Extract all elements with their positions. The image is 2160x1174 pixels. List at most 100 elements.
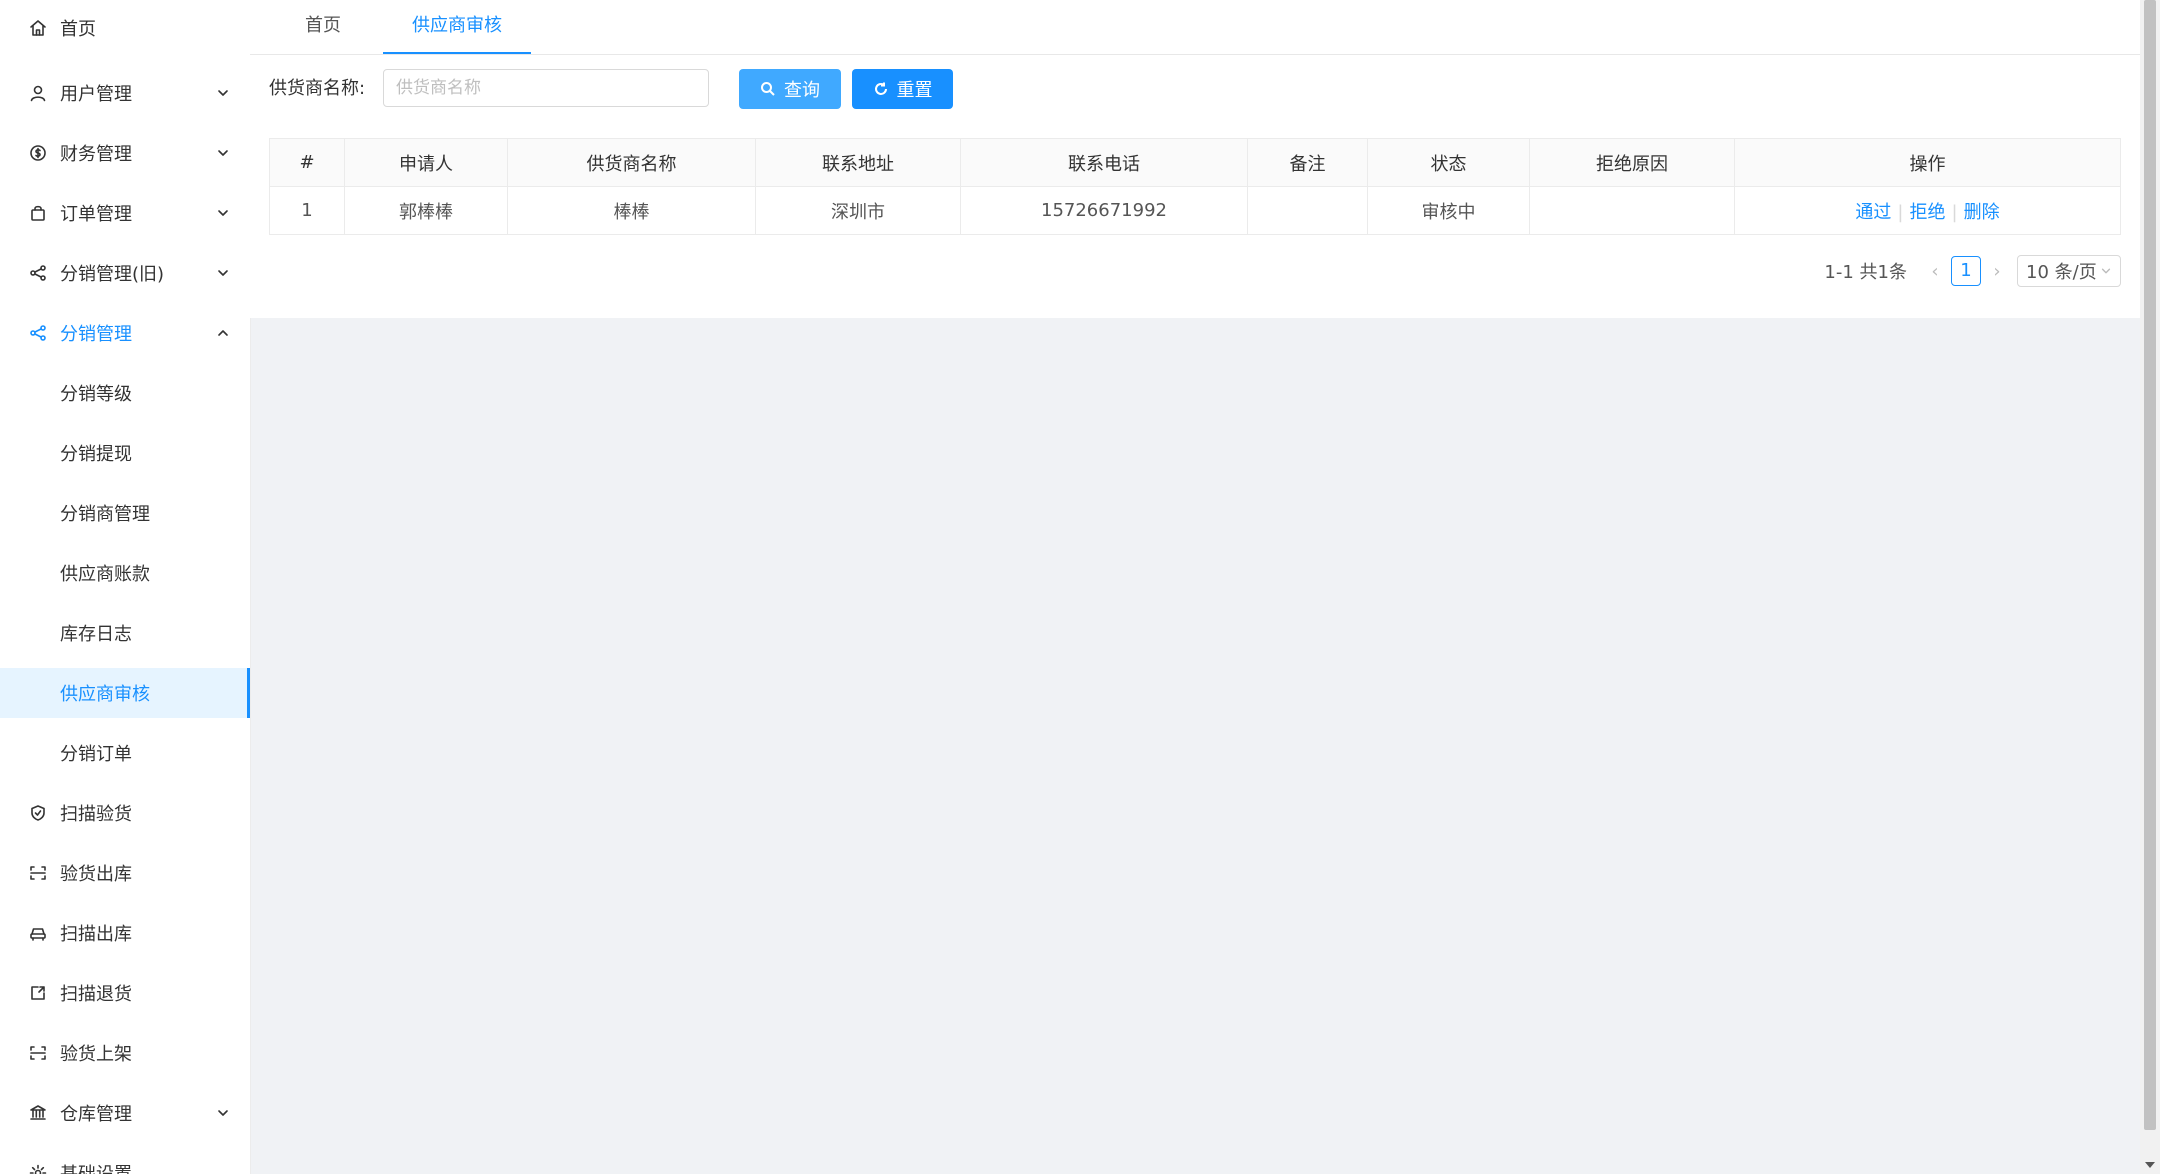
scan-icon <box>30 866 46 880</box>
sidebar-item-label: 用户管理 <box>60 84 132 105</box>
sidebar-item-label: 分销商管理 <box>60 504 150 525</box>
tab-supplier-review[interactable]: 供应商审核 <box>383 0 531 54</box>
sidebar-item-distribution-orders[interactable]: 分销订单 <box>0 728 250 778</box>
sidebar-item-label: 验货出库 <box>60 864 132 885</box>
sidebar-item-finance[interactable]: 财务管理 <box>0 128 250 178</box>
sidebar-item-label: 分销订单 <box>60 744 132 765</box>
sidebar-item-label: 分销提现 <box>60 444 132 465</box>
search-icon <box>761 82 775 96</box>
sidebar-item-warehouse[interactable]: 仓库管理 <box>0 1088 250 1138</box>
chevron-down-icon <box>218 90 228 96</box>
approve-link[interactable]: 通过 <box>1855 202 1891 223</box>
prev-page-icon[interactable]: ‹ <box>1925 261 1945 282</box>
tab-home[interactable]: 首页 <box>277 0 369 52</box>
pagination: 1-1 共1条 ‹ 1 › 10 条/页 <box>1824 255 2121 287</box>
sidebar-item-scan-return[interactable]: 扫描退货 <box>0 968 250 1018</box>
cell-status: 审核中 <box>1367 186 1530 235</box>
sidebar-item-distribution-withdraw[interactable]: 分销提现 <box>0 428 250 478</box>
sidebar-item-inventory-log[interactable]: 库存日志 <box>0 608 250 658</box>
scan-icon <box>30 1046 46 1060</box>
sidebar-item-label: 扫描验货 <box>60 804 132 825</box>
supplier-name-input[interactable] <box>383 69 709 107</box>
sidebar-item-label: 分销管理(旧) <box>60 264 165 285</box>
page-number[interactable]: 1 <box>1951 256 1981 286</box>
chevron-down-icon <box>218 270 228 276</box>
reset-button[interactable]: 重置 <box>852 69 953 109</box>
cell-index: 1 <box>269 186 345 235</box>
money-icon <box>30 145 46 161</box>
column-header-supplier-name: 供货商名称 <box>507 138 756 187</box>
column-header-index: # <box>269 138 345 187</box>
sidebar-item-label: 库存日志 <box>60 624 132 645</box>
sidebar-item-distributor-management[interactable]: 分销商管理 <box>0 488 250 538</box>
bag-icon <box>31 205 45 221</box>
tabs-bar: 首页 供应商审核 <box>250 0 2140 55</box>
sidebar-item-label: 分销管理 <box>60 324 132 345</box>
column-header-actions: 操作 <box>1734 138 2121 187</box>
reject-link[interactable]: 拒绝 <box>1910 202 1946 223</box>
action-divider: | <box>1897 201 1904 223</box>
column-header-address: 联系地址 <box>755 138 961 187</box>
sidebar-item-label: 首页 <box>60 19 96 40</box>
column-header-phone: 联系电话 <box>960 138 1248 187</box>
chevron-up-icon <box>218 330 228 336</box>
bank-icon <box>30 1105 46 1120</box>
query-button[interactable]: 查询 <box>739 69 841 109</box>
cell-applicant: 郭棒棒 <box>344 186 508 235</box>
column-header-status: 状态 <box>1367 138 1530 187</box>
next-page-icon[interactable]: › <box>1987 261 2007 282</box>
sidebar-item-distribution-old[interactable]: 分销管理(旧) <box>0 248 250 298</box>
sidebar-item-basic-settings[interactable]: 基础设置 <box>0 1148 250 1174</box>
cell-reject-reason <box>1529 186 1735 235</box>
sidebar-item-distribution[interactable]: 分销管理 <box>0 308 250 358</box>
main-area: 首页 供应商审核 供货商名称: 查询 重置 # 申请人 供货商名称 联系地址 联… <box>250 0 2140 1174</box>
scroll-down-icon[interactable] <box>2145 1162 2155 1168</box>
column-header-reject-reason: 拒绝原因 <box>1529 138 1735 187</box>
reload-icon <box>874 82 887 95</box>
sidebar-item-home[interactable]: 首页 <box>0 3 250 53</box>
table-row: 1 郭棒棒 棒棒 深圳市 15726671992 审核中 通过 | 拒绝 | 删除 <box>269 186 2121 235</box>
content-panel: 供货商名称: 查询 重置 # 申请人 供货商名称 联系地址 联系电话 备注 状态… <box>250 55 2140 318</box>
sidebar-item-label: 财务管理 <box>60 144 132 165</box>
sidebar-item-supplier-accounts[interactable]: 供应商账款 <box>0 548 250 598</box>
cell-actions: 通过 | 拒绝 | 删除 <box>1734 186 2121 235</box>
chevron-down-icon <box>218 150 228 156</box>
share-icon <box>30 265 46 281</box>
chevron-down-icon <box>218 210 228 216</box>
pagination-total: 1-1 共1条 <box>1824 262 1907 283</box>
home-icon <box>30 20 46 36</box>
query-button-label: 查询 <box>784 80 820 101</box>
sidebar-item-inspect-outbound[interactable]: 验货出库 <box>0 848 250 898</box>
sidebar-item-scan-outbound[interactable]: 扫描出库 <box>0 908 250 958</box>
chevron-down-icon <box>2101 268 2111 274</box>
sidebar-item-label: 订单管理 <box>60 204 132 225</box>
table-header-row: # 申请人 供货商名称 联系地址 联系电话 备注 状态 拒绝原因 操作 <box>269 138 2121 187</box>
shield-icon <box>31 805 45 821</box>
scrollbar-thumb[interactable] <box>2144 0 2156 1130</box>
vertical-scrollbar[interactable] <box>2140 0 2160 1174</box>
sidebar-item-inspect-shelve[interactable]: 验货上架 <box>0 1028 250 1078</box>
user-icon <box>30 85 46 102</box>
reset-button-label: 重置 <box>896 80 933 101</box>
page-size-select[interactable]: 10 条/页 <box>2017 255 2121 287</box>
sidebar: 首页 用户管理 财务管理 订单管理 分销管理(旧) 分销管理 分销等级 分销提现… <box>0 0 251 1174</box>
return-icon <box>31 986 45 1000</box>
column-header-applicant: 申请人 <box>344 138 508 187</box>
cell-phone: 15726671992 <box>960 186 1248 235</box>
sidebar-item-orders[interactable]: 订单管理 <box>0 188 250 238</box>
car-icon <box>30 928 46 941</box>
sidebar-item-distribution-level[interactable]: 分销等级 <box>0 368 250 418</box>
sidebar-item-label: 分销等级 <box>60 384 132 405</box>
sidebar-item-supplier-review[interactable]: 供应商审核 <box>0 668 250 718</box>
delete-link[interactable]: 删除 <box>1964 202 2000 223</box>
sidebar-item-label: 供应商账款 <box>60 564 150 585</box>
column-header-remark: 备注 <box>1247 138 1368 187</box>
sidebar-item-scan-inspect[interactable]: 扫描验货 <box>0 788 250 838</box>
cell-address: 深圳市 <box>755 186 961 235</box>
gear-icon <box>29 1164 47 1174</box>
sidebar-item-label: 扫描退货 <box>60 984 132 1005</box>
supplier-name-label: 供货商名称: <box>269 78 366 99</box>
sidebar-item-user-management[interactable]: 用户管理 <box>0 68 250 118</box>
sidebar-item-label: 基础设置 <box>60 1160 132 1174</box>
cell-remark <box>1247 186 1368 235</box>
